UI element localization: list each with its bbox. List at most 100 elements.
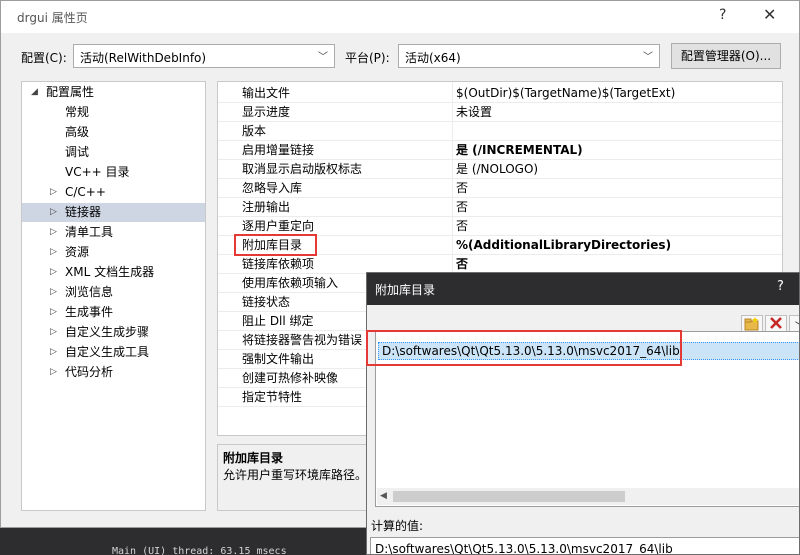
tree-item[interactable]: ▷ 自定义生成步骤 (22, 323, 205, 342)
property-name: 附加库目录 (242, 238, 303, 252)
collapsed-triangle-icon[interactable]: ▷ (50, 243, 57, 262)
help-button[interactable]: ? (719, 7, 726, 23)
tree-item-label: 代码分析 (65, 365, 114, 379)
tree-item-label: 调试 (65, 145, 90, 159)
evaluated-value-label: 计算的值: (371, 519, 424, 533)
scrollbar-thumb[interactable] (393, 491, 625, 502)
property-row[interactable]: 版本 (218, 122, 782, 141)
property-name: 阻止 Dll 绑定 (242, 314, 314, 328)
collapsed-triangle-icon[interactable]: ▷ (50, 343, 57, 362)
collapsed-triangle-icon[interactable]: ▷ (50, 223, 57, 242)
horizontal-scrollbar[interactable]: ◀ (377, 488, 799, 505)
tree-item[interactable]: ▷ XML 文档生成器 (22, 263, 205, 282)
collapsed-triangle-icon[interactable]: ▷ (50, 283, 57, 302)
property-name: 输出文件 (242, 86, 291, 100)
property-row[interactable]: 注册输出 否 (218, 198, 782, 217)
collapsed-triangle-icon[interactable]: ▷ (50, 203, 57, 222)
property-row[interactable]: 启用增量链接 是 (/INCREMENTAL) (218, 141, 782, 160)
tree-item-label: 资源 (65, 245, 90, 259)
property-value[interactable]: 是 (/INCREMENTAL) (456, 141, 583, 160)
tree-item[interactable]: ▷ 资源 (22, 243, 205, 262)
tree-item-label: 常规 (65, 105, 90, 119)
dialog-title: 附加库目录 (375, 283, 436, 297)
property-row[interactable]: 取消显示启动版权标志 是 (/NOLOGO) (218, 160, 782, 179)
configuration-manager-button[interactable]: 配置管理器(O)... (671, 43, 781, 69)
tree-item-label: 自定义生成工具 (65, 345, 150, 359)
property-name: 创建可热修补映像 (242, 371, 339, 385)
property-name: 将链接器警告视为错误 (242, 333, 363, 347)
description-text: 允许用户重写环境库路径。 (223, 468, 368, 482)
tree-item[interactable]: VC++ 目录 (22, 163, 205, 182)
tree-item-label: VC++ 目录 (65, 165, 130, 179)
collapsed-triangle-icon[interactable]: ▷ (50, 183, 57, 202)
dialog-title-bar: 附加库目录 ? (367, 273, 799, 305)
tree-item-root[interactable]: ◢ 配置属性 (22, 83, 205, 102)
property-value[interactable]: 是 (/NOLOGO) (456, 160, 538, 179)
evaluated-value-box: D:\softwares\Qt\Qt5.13.0\5.13.0\msvc2017… (370, 537, 799, 554)
property-value[interactable]: $(OutDir)$(TargetName)$(TargetExt) (456, 84, 675, 103)
property-row[interactable]: 逐用户重定向 否 (218, 217, 782, 236)
tree-item[interactable]: ▷ 自定义生成工具 (22, 343, 205, 362)
tree-item[interactable]: ▷ 清单工具 (22, 223, 205, 242)
property-name: 取消显示启动版权标志 (242, 162, 363, 176)
property-tree: ◢ 配置属性 常规高级调试 VC++ 目录 ▷ C/C++ ▷ 链接器 ▷ 清单工具 ▷ 资源 ▷ X… (21, 81, 206, 511)
tree-item-label: 高级 (65, 125, 90, 139)
description-title: 附加库目录 (223, 451, 284, 465)
tree-item-label: C/C++ (65, 185, 106, 199)
console-output: Main (UI) thread: 63.15 msecs (112, 546, 287, 555)
property-name: 强制文件输出 (242, 352, 315, 366)
collapsed-triangle-icon[interactable]: ▷ (50, 363, 57, 382)
additional-library-directories-dialog: 附加库目录 ? ﹀ D:\softwares\Qt\Qt5.13.0\5.13.… (366, 272, 800, 555)
window-title: drgui 属性页 (17, 11, 88, 25)
platform-label: 平台(P): (345, 51, 390, 65)
tree-item[interactable]: ▷ 链接器 (22, 203, 205, 222)
property-name: 显示进度 (242, 105, 291, 119)
tree-item-label: 浏览信息 (65, 285, 114, 299)
collapsed-triangle-icon[interactable]: ▷ (50, 303, 57, 322)
property-name: 启用增量链接 (242, 143, 315, 157)
directory-list-item[interactable]: D:\softwares\Qt\Qt5.13.0\5.13.0\msvc2017… (378, 342, 799, 360)
tree-item-label: 清单工具 (65, 225, 114, 239)
property-value[interactable]: 否 (456, 198, 468, 217)
property-row[interactable]: 显示进度 未设置 (218, 103, 782, 122)
platform-dropdown[interactable]: 活动(x64) ﹀ (398, 44, 660, 68)
platform-value: 活动(x64) (405, 51, 461, 65)
property-name: 逐用户重定向 (242, 219, 315, 233)
property-name: 版本 (242, 124, 267, 138)
property-name: 指定节特性 (242, 390, 303, 404)
property-row[interactable]: 忽略导入库 否 (218, 179, 782, 198)
tree-item[interactable]: 高级 (22, 123, 205, 142)
directory-list: D:\softwares\Qt\Qt5.13.0\5.13.0\msvc2017… (375, 331, 799, 507)
property-value[interactable]: 否 (456, 217, 468, 236)
tree-item[interactable]: ▷ 浏览信息 (22, 283, 205, 302)
tree-item[interactable]: ▷ C/C++ (22, 183, 205, 202)
close-button[interactable]: ✕ (763, 5, 776, 24)
chevron-down-icon: ﹀ (318, 52, 328, 63)
collapsed-triangle-icon[interactable]: ▷ (50, 323, 57, 342)
property-name: 忽略导入库 (242, 181, 303, 195)
property-value[interactable]: 否 (456, 179, 468, 198)
tree-item[interactable]: 常规 (22, 103, 205, 122)
dialog-help-button[interactable]: ? (777, 279, 784, 294)
tree-item[interactable]: 调试 (22, 143, 205, 162)
tree-item-label: 配置属性 (46, 85, 95, 99)
tree-item-label: 链接器 (65, 205, 102, 219)
tree-item-label: 生成事件 (65, 305, 114, 319)
property-name: 使用库依赖项输入 (242, 276, 339, 290)
scroll-left-icon[interactable]: ◀ (380, 491, 387, 501)
configuration-label: 配置(C): (21, 51, 67, 65)
property-name: 链接状态 (242, 295, 291, 309)
tree-item-label: XML 文档生成器 (65, 265, 155, 279)
property-value[interactable]: %(AdditionalLibraryDirectories) (456, 236, 671, 255)
configuration-dropdown[interactable]: 活动(RelWithDebInfo) ﹀ (73, 44, 335, 68)
collapsed-triangle-icon[interactable]: ▷ (50, 263, 57, 282)
expanded-triangle-icon: ◢ (31, 87, 38, 97)
property-row[interactable]: 附加库目录 %(AdditionalLibraryDirectories) (218, 236, 782, 255)
tree-item-label: 自定义生成步骤 (65, 325, 150, 339)
property-name: 注册输出 (242, 200, 291, 214)
property-value[interactable]: 未设置 (456, 103, 492, 122)
property-row[interactable]: 输出文件 $(OutDir)$(TargetName)$(TargetExt) (218, 84, 782, 103)
property-name: 链接库依赖项 (242, 257, 315, 271)
tree-item[interactable]: ▷ 生成事件 (22, 303, 205, 322)
tree-item[interactable]: ▷ 代码分析 (22, 363, 205, 382)
